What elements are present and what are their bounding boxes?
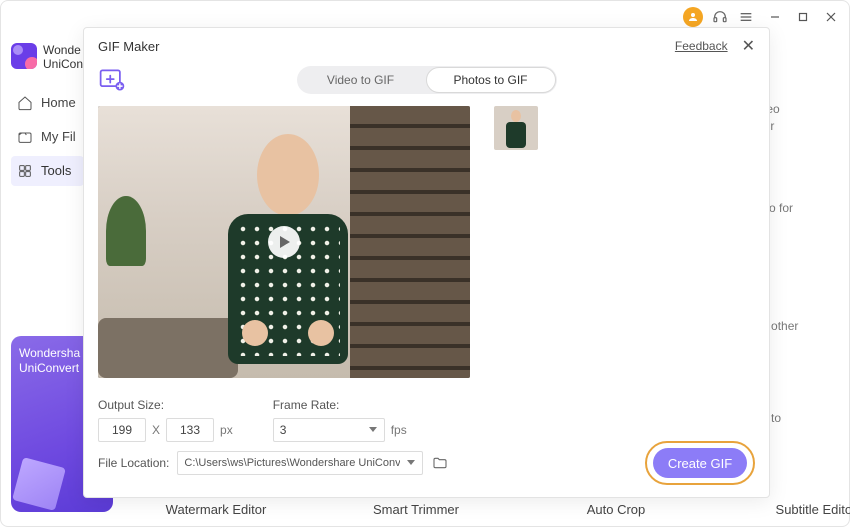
preview-pane[interactable] — [98, 106, 470, 378]
file-location-input[interactable] — [177, 451, 423, 475]
frame-rate-label: Frame Rate: — [273, 398, 407, 412]
sidebar-item-tools[interactable]: Tools — [11, 156, 84, 186]
modal-title: GIF Maker — [98, 39, 159, 54]
tile-subtitle[interactable]: Subtitle Editor — [731, 502, 850, 522]
close-icon[interactable]: ✕ — [742, 36, 755, 56]
output-size-label: Output Size: — [98, 398, 233, 412]
files-icon — [17, 129, 33, 145]
frame-rate-select-wrap: 3 — [273, 418, 385, 442]
tile-watermark[interactable]: Watermark Editor — [131, 502, 301, 522]
mode-tabs: Video to GIF Photos to GIF — [297, 66, 557, 94]
output-size-group: Output Size: X px — [98, 398, 233, 442]
maximize-button[interactable] — [795, 9, 811, 25]
minimize-button[interactable] — [767, 9, 783, 25]
sidebar-item-label: Home — [41, 95, 76, 110]
close-button[interactable] — [823, 9, 839, 25]
bottom-tiles: Watermark Editor Smart Trimmer Auto Crop… — [131, 502, 850, 522]
px-unit: px — [220, 423, 233, 437]
file-location-row: File Location: — [98, 451, 449, 475]
sidebar-item-label: My Fil — [41, 129, 76, 144]
sidebar-item-home[interactable]: Home — [11, 88, 84, 118]
width-input[interactable] — [98, 418, 146, 442]
file-location-label: File Location: — [98, 456, 169, 470]
hamburger-icon[interactable] — [737, 8, 755, 26]
height-input[interactable] — [166, 418, 214, 442]
file-location-select-wrap — [177, 451, 423, 475]
play-button[interactable] — [268, 226, 300, 258]
tab-video-to-gif[interactable]: Video to GIF — [297, 66, 425, 94]
tools-icon — [17, 163, 33, 179]
brand-text: Wonde UniCon — [43, 43, 83, 72]
modal-header: GIF Maker Feedback ✕ — [84, 28, 769, 60]
gif-maker-modal: GIF Maker Feedback ✕ Video to GIF Photos… — [83, 27, 770, 498]
sidebar-item-label: Tools — [41, 163, 71, 178]
tile-trimmer[interactable]: Smart Trimmer — [331, 502, 501, 522]
tile-autocrop[interactable]: Auto Crop — [531, 502, 701, 522]
sidebar-item-files[interactable]: My Fil — [11, 122, 84, 152]
add-media-icon[interactable] — [98, 66, 126, 94]
create-gif-highlight: Create GIF — [645, 441, 755, 485]
brand-icon — [11, 43, 37, 69]
thumbnail-1[interactable] — [494, 106, 538, 150]
frame-rate-group: Frame Rate: 3 fps — [273, 398, 407, 442]
main-window: Wonde UniCon Home My Fil Tools Wondersha… — [0, 0, 850, 527]
open-folder-icon[interactable] — [431, 454, 449, 472]
avatar-icon[interactable] — [683, 7, 703, 27]
create-gif-button[interactable]: Create GIF — [653, 448, 747, 478]
feedback-link[interactable]: Feedback — [675, 39, 728, 53]
home-icon — [17, 95, 33, 111]
brand: Wonde UniCon — [11, 43, 84, 72]
headset-icon[interactable] — [711, 8, 729, 26]
tab-photos-to-gif[interactable]: Photos to GIF — [426, 67, 556, 93]
frame-rate-select[interactable]: 3 — [273, 418, 385, 442]
fps-unit: fps — [391, 423, 407, 437]
size-separator: X — [152, 423, 160, 437]
